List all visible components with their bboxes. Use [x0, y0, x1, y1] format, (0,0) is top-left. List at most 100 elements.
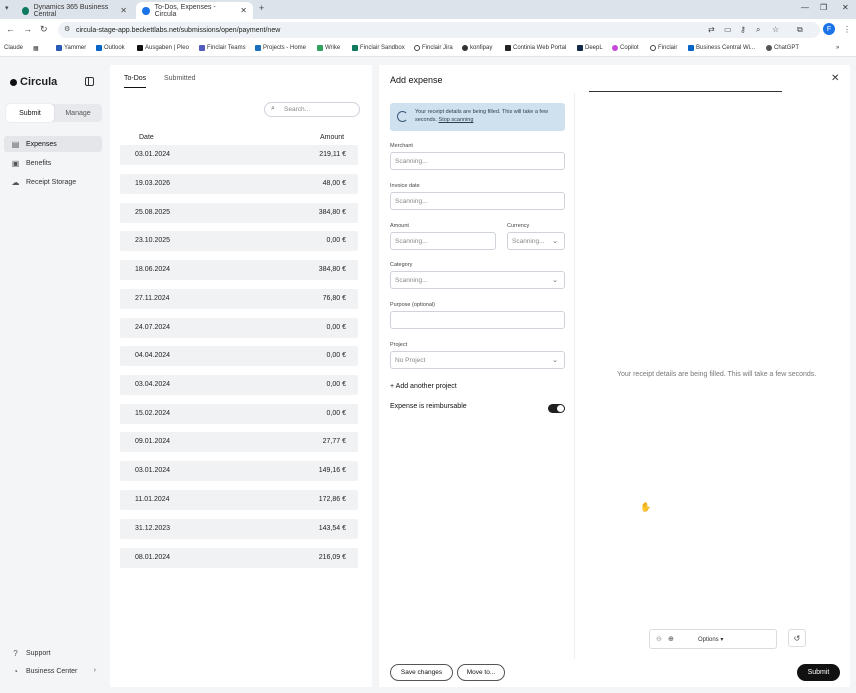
- table-row[interactable]: 04.04.2024 0,00 €: [120, 346, 358, 366]
- extensions-icon[interactable]: ⧉: [797, 25, 803, 35]
- close-icon[interactable]: ✕: [831, 73, 839, 84]
- table-row[interactable]: 08.01.2024 216,09 €: [120, 548, 358, 568]
- close-tab-icon[interactable]: ✕: [120, 6, 127, 15]
- row-date: 03.01.2024: [135, 151, 171, 158]
- project-label: Project: [390, 342, 408, 348]
- column-header-amount[interactable]: Amount: [320, 134, 344, 141]
- bookmark-item[interactable]: Ausgaben | Pleo: [137, 45, 189, 51]
- address-bar[interactable]: ⚙ circula-stage-app.beckettlabs.net/subm…: [58, 22, 820, 38]
- password-key-icon[interactable]: ⚷: [740, 25, 746, 34]
- bookmark-item[interactable]: Finclair Jira: [414, 45, 453, 51]
- bookmark-item[interactable]: Continia Web Portal: [505, 45, 566, 51]
- table-row[interactable]: 03.01.2024 149,16 €: [120, 461, 358, 481]
- purpose-field[interactable]: [390, 311, 565, 329]
- bookmark-item[interactable]: konfipay: [462, 45, 492, 51]
- plus-icon[interactable]: +: [259, 3, 264, 13]
- table-row[interactable]: 18.06.2024 384,80 €: [120, 260, 358, 280]
- table-row[interactable]: 19.03.2026 48,00 €: [120, 174, 358, 194]
- bookmark-item[interactable]: Business Central Wi...: [688, 45, 755, 51]
- stop-scanning-link[interactable]: Stop scanning: [439, 117, 474, 123]
- teams-icon: [199, 45, 205, 51]
- sidebar-item-support[interactable]: ? Support: [4, 645, 102, 661]
- browser-tab-circula[interactable]: To-Dos, Expenses - Circula ✕: [136, 2, 253, 19]
- currency-select[interactable]: Scanning... ⌄: [507, 232, 565, 250]
- move-to-button[interactable]: Move to...: [457, 664, 505, 681]
- browser-tab-dynamics[interactable]: Dynamics 365 Business Central ✕: [16, 2, 133, 19]
- projects-icon: [255, 45, 261, 51]
- bookmark-item[interactable]: Outlook: [96, 45, 125, 51]
- apps-grid-icon[interactable]: ▦: [33, 45, 39, 52]
- rotate-icon[interactable]: ↺: [788, 629, 806, 647]
- wrike-icon: [317, 45, 323, 51]
- sidebar-item-receipt-storage[interactable]: ☁ Receipt Storage: [4, 174, 102, 190]
- table-row[interactable]: 24.07.2024 0,00 €: [120, 318, 358, 338]
- zoom-in-icon[interactable]: ⊕: [668, 635, 674, 643]
- more-bookmarks-icon[interactable]: »: [836, 45, 839, 51]
- tab-to-dos[interactable]: To-Dos: [124, 75, 147, 88]
- column-header-date[interactable]: Date: [139, 134, 154, 141]
- submit-button[interactable]: Submit: [797, 664, 840, 681]
- table-row[interactable]: 23.10.2025 0,00 €: [120, 231, 358, 251]
- table-row[interactable]: 25.08.2025 384,80 €: [120, 203, 358, 223]
- amount-label: Amount: [390, 223, 409, 229]
- circula-favicon-icon: [142, 6, 150, 15]
- bookmark-item[interactable]: Copilot: [612, 45, 639, 51]
- row-amount: 27,77 €: [322, 438, 346, 445]
- forward-icon[interactable]: →: [23, 24, 32, 34]
- add-another-project-link[interactable]: + Add another project: [390, 383, 457, 390]
- table-row[interactable]: 27.11.2024 76,80 €: [120, 289, 358, 309]
- invoice-date-field[interactable]: Scanning...: [390, 192, 565, 210]
- translate-icon[interactable]: ⇄: [708, 25, 715, 34]
- options-dropdown[interactable]: Options ▾: [698, 636, 723, 643]
- tab-list-chevron-icon[interactable]: ▾: [5, 4, 9, 12]
- row-amount: 384,80 €: [318, 209, 346, 216]
- table-row[interactable]: 03.04.2024 0,00 €: [120, 375, 358, 395]
- merchant-field[interactable]: Scanning...: [390, 152, 565, 170]
- bookmark-item[interactable]: Finclair Sandbox: [352, 45, 405, 51]
- zoom-out-icon[interactable]: ⊖: [656, 635, 662, 643]
- category-select[interactable]: Scanning... ⌄: [390, 271, 565, 289]
- row-amount: 216,09 €: [318, 554, 346, 561]
- amount-field[interactable]: Scanning...: [390, 232, 496, 250]
- save-changes-button[interactable]: Save changes: [390, 664, 453, 681]
- reimbursable-toggle[interactable]: [548, 404, 565, 413]
- table-row[interactable]: 09.01.2024 27,77 €: [120, 432, 358, 452]
- bookmark-item[interactable]: Claude: [4, 45, 23, 51]
- bookmark-item[interactable]: Yammer: [56, 45, 86, 51]
- minimize-icon[interactable]: —: [801, 3, 809, 12]
- url-text: circula-stage-app.beckettlabs.net/submis…: [76, 26, 281, 34]
- segment-manage[interactable]: Manage: [54, 104, 102, 122]
- back-icon[interactable]: ←: [6, 24, 15, 34]
- reload-icon[interactable]: ↻: [40, 24, 48, 35]
- sidebar-item-expenses[interactable]: ▤ Expenses: [4, 136, 102, 152]
- zoom-icon[interactable]: ⌕: [756, 25, 760, 35]
- bookmark-star-icon[interactable]: ☆: [772, 25, 779, 34]
- profile-avatar[interactable]: F: [823, 23, 835, 35]
- window-close-icon[interactable]: ✕: [842, 3, 849, 12]
- table-row[interactable]: 03.01.2024 219,11 €: [120, 145, 358, 165]
- page-title: Add expense: [390, 75, 443, 85]
- table-row[interactable]: 11.01.2024 172,86 €: [120, 490, 358, 510]
- project-select[interactable]: No Project ⌄: [390, 351, 565, 369]
- bookmark-item[interactable]: Projects - Home: [255, 45, 306, 51]
- site-info-icon[interactable]: ⚙: [64, 25, 70, 33]
- globe-icon: [650, 45, 656, 51]
- bookmark-item[interactable]: Finclair Teams: [199, 45, 246, 51]
- search-input[interactable]: ⌕ Search...: [264, 102, 360, 117]
- close-tab-icon[interactable]: ✕: [240, 6, 247, 15]
- table-row[interactable]: 15.02.2024 0,00 €: [120, 404, 358, 424]
- segment-submit[interactable]: Submit: [6, 104, 54, 122]
- bookmark-item[interactable]: Wrike: [317, 45, 340, 51]
- bookmark-item[interactable]: Finclair: [650, 45, 677, 51]
- sidebar-collapse-icon[interactable]: [85, 77, 94, 86]
- tab-submitted[interactable]: Submitted: [164, 75, 196, 87]
- bookmark-item[interactable]: ChatGPT: [766, 45, 799, 51]
- sidebar-item-benefits[interactable]: ▣ Benefits: [4, 155, 102, 171]
- table-row[interactable]: 31.12.2023 143,54 €: [120, 519, 358, 539]
- bookmark-item[interactable]: DeepL: [577, 45, 603, 51]
- more-menu-icon[interactable]: ⋮: [843, 25, 851, 34]
- scanning-info-banner: Your receipt details are being filled. T…: [390, 103, 565, 131]
- sidebar-item-business-center[interactable]: ◔ Business Center ›: [4, 663, 102, 679]
- cast-icon[interactable]: ▭: [724, 25, 732, 34]
- maximize-icon[interactable]: ❐: [820, 3, 827, 12]
